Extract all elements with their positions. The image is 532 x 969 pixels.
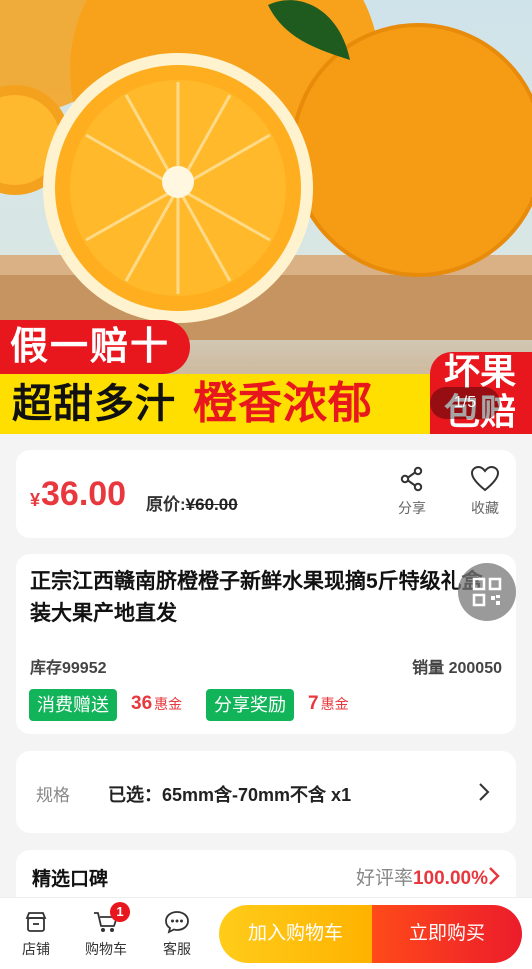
share-label: 分享: [398, 500, 426, 516]
currency-symbol: ¥: [30, 490, 41, 510]
cart-nav[interactable]: 购物车 1: [80, 902, 132, 959]
add-to-cart-button[interactable]: 加入购物车: [219, 905, 372, 963]
consume-reward-value: 36: [131, 693, 153, 714]
buy-now-button[interactable]: 立即购买: [372, 905, 522, 963]
positive-rate-label: 好评率: [355, 868, 413, 889]
product-image-carousel[interactable]: 假一赔十 超甜多汁 橙香浓郁 坏果 包赔 1/5: [0, 0, 532, 434]
product-title: 正宗江西赣南脐橙橙子新鲜水果现摘5斤特级礼盒装大果产地直发: [30, 570, 483, 625]
store-icon: [25, 912, 47, 932]
original-price-label: 原价:: [146, 495, 186, 514]
cart-count-badge: 1: [110, 902, 130, 922]
store-nav[interactable]: 店铺: [10, 910, 62, 959]
slogan-aroma: 橙香浓郁: [193, 379, 373, 428]
consume-reward-tag: 消费赠送: [29, 689, 117, 721]
spec-selector[interactable]: 规格 已选：65mm含-70mm不含 x1: [16, 751, 516, 833]
qr-code-icon: [472, 577, 502, 607]
service-label: 客服: [163, 941, 191, 957]
share-reward-value: 7: [308, 693, 319, 714]
share-reward-tag: 分享奖励: [206, 689, 294, 721]
share-reward-unit: 惠金: [320, 696, 349, 712]
favorite-button[interactable]: 收藏: [460, 466, 510, 518]
original-price-value: ¥60.00: [185, 495, 238, 514]
chat-icon: [165, 911, 189, 934]
product-info-card: 正宗江西赣南脐橙橙子新鲜水果现摘5斤特级礼盒装大果产地直发 库存99952 销量…: [16, 554, 516, 734]
spec-value: 已选：65mm含-70mm不含 x1: [108, 785, 352, 805]
consume-reward-unit: 惠金: [154, 696, 183, 712]
share-icon: [400, 466, 423, 492]
share-button[interactable]: 分享: [387, 466, 437, 518]
positive-rate: 好评率100.00%: [356, 863, 488, 890]
bottom-action-bar: 店铺 购物车 1 客服 加入购物车 立即购买: [0, 897, 532, 969]
cart-label: 购物车: [85, 941, 127, 957]
consume-reward-amount: 36 惠金: [131, 693, 182, 715]
original-price: 原价:¥60.00: [146, 490, 238, 515]
positive-rate-value: 100.00%: [412, 868, 488, 889]
price-card: ¥ 36.00 原价:¥60.00 分享 收藏: [16, 450, 516, 538]
chevron-right-icon: [479, 783, 490, 801]
stock-count: 库存99952: [30, 660, 107, 677]
image-pager: 1/5: [430, 387, 500, 419]
spec-label: 规格: [36, 786, 70, 805]
heart-icon: [471, 466, 499, 492]
store-label: 店铺: [22, 941, 50, 957]
bad-fruit-line1: 坏果: [444, 351, 517, 392]
qr-code-button[interactable]: [458, 563, 516, 621]
product-detail-page: 假一赔十 超甜多汁 橙香浓郁 坏果 包赔 1/5 ¥ 36.00 原价:¥60.…: [0, 0, 532, 969]
fake-compensation-tag: 假一赔十: [0, 320, 190, 374]
sales-count: 销量 200050: [412, 660, 502, 677]
reviews-chevron-icon: [489, 867, 500, 885]
reviews-title: 精选口碑: [32, 869, 109, 890]
favorite-label: 收藏: [471, 500, 499, 516]
share-reward-amount: 7 惠金: [308, 693, 349, 715]
service-nav[interactable]: 客服: [151, 910, 203, 959]
slogan-sweet: 超甜多汁: [12, 382, 176, 426]
current-price: 36.00: [41, 475, 127, 513]
